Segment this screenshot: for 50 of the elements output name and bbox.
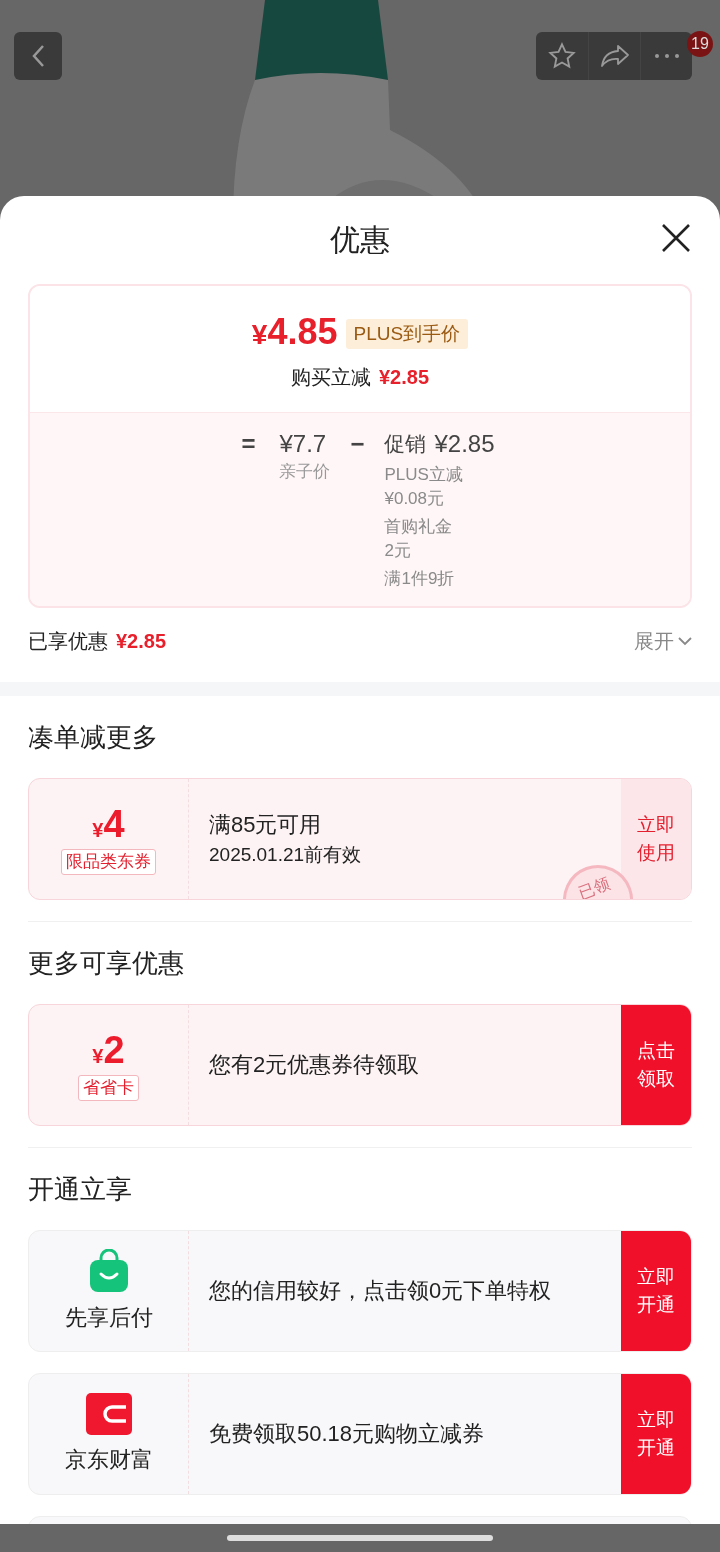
service-name: 京东财富 (64, 1445, 153, 1474)
service-name: 先享后付 (64, 1303, 153, 1332)
promo-detail-amount: 2元 (384, 540, 412, 562)
wallet-icon (85, 1392, 132, 1435)
back-button[interactable] (14, 32, 62, 80)
coupon-tag: 省省卡 (78, 1075, 139, 1101)
promo-label: 促销 (384, 431, 427, 457)
card-title: 满85元可用 (209, 811, 323, 839)
final-price: 4.85 (267, 312, 338, 352)
action-button[interactable]: 点击领取 (621, 1005, 691, 1125)
close-icon (660, 222, 692, 254)
chevron-down-icon (678, 636, 692, 646)
sheet-title: 优惠 (330, 221, 390, 258)
minus-sign: − (350, 429, 365, 459)
coupon-amount: 2 (103, 1029, 125, 1071)
share-icon (599, 44, 630, 68)
equals-sign: = (241, 429, 256, 459)
coupon-tag: 限品类东券 (61, 849, 156, 875)
action-button[interactable]: 立即开通 (621, 1374, 691, 1494)
promo-detail-name: 首购礼金 (384, 516, 454, 538)
promo-detail-name: 满1件9折 (384, 568, 456, 590)
base-price: ¥7.7 (279, 429, 328, 459)
coupon-amount: 4 (103, 803, 125, 845)
action-button[interactable]: 立即开通 (621, 1231, 691, 1351)
section-title: 开通立享 (28, 1172, 132, 1206)
reduce-amount: ¥2.85 (378, 365, 430, 390)
section-title: 更多可享优惠 (28, 946, 184, 980)
card-title: 您的信用较好，点击领0元下单特权 (209, 1277, 553, 1305)
card-title: 免费领取50.18元购物立减券 (209, 1420, 486, 1448)
card-title: 您有2元优惠券待领取 (209, 1051, 421, 1079)
price-tag: PLUS到手价 (345, 319, 469, 349)
promo-detail-amount: ¥0.08元 (384, 488, 446, 510)
currency-symbol: ¥ (251, 319, 268, 352)
shopping-bag-icon (87, 1248, 130, 1293)
reduce-label: 购买立减 (290, 365, 371, 390)
currency-symbol: ¥ (92, 819, 104, 843)
action-button[interactable]: 立即使用 (621, 779, 691, 899)
expand-button[interactable]: 展开 (634, 626, 692, 656)
enjoyed-amount: ¥2.85 (116, 629, 167, 654)
star-icon (548, 42, 576, 70)
close-button[interactable] (660, 222, 692, 254)
section-title: 凑单减更多 (28, 720, 158, 754)
back-icon (31, 44, 45, 68)
promo-detail-name: PLUS立减 (384, 464, 464, 486)
enjoyed-label: 已享优惠 (28, 629, 108, 654)
card-subtitle: 2025.01.21前有效 (209, 843, 363, 867)
promo-amount: ¥2.85 (434, 429, 495, 459)
base-price-label: 亲子价 (279, 461, 331, 483)
more-icon (653, 53, 680, 59)
currency-symbol: ¥ (92, 1045, 104, 1069)
